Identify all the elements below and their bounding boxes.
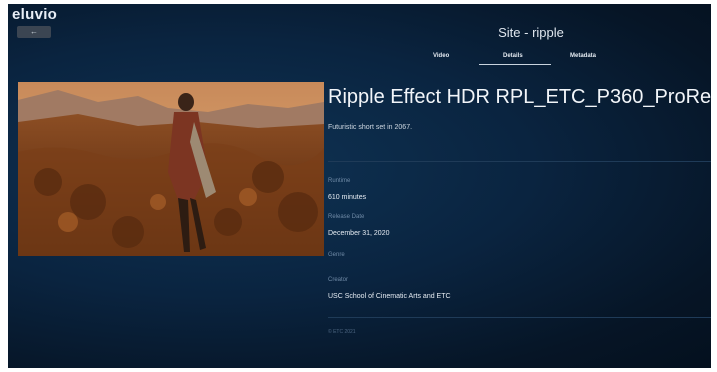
detail-value: December 31, 2020: [328, 230, 390, 237]
detail-value: 610 minutes: [328, 194, 367, 201]
page-title: Site - ripple: [498, 25, 564, 40]
poster-image: [18, 82, 324, 256]
detail-label: Creator: [328, 277, 349, 283]
tab-details[interactable]: Details: [503, 53, 523, 59]
detail-value: USC School of Cinematic Arts and ETC: [328, 293, 451, 300]
tab-video[interactable]: Video: [433, 53, 449, 59]
divider: [328, 161, 711, 162]
divider: [328, 317, 711, 318]
eluvio-logo[interactable]: eluvio: [12, 6, 57, 23]
detail-label: Release Date: [328, 214, 365, 220]
active-tab-indicator: [479, 64, 551, 65]
tab-metadata[interactable]: Metadata: [570, 53, 596, 59]
detail-label: Runtime: [328, 178, 351, 184]
item-description: Futuristic short set in 2067.: [328, 124, 413, 131]
poster-illustration: [18, 82, 324, 256]
back-button[interactable]: ←: [17, 26, 51, 38]
detail-label: Genre: [328, 252, 345, 258]
app-window: eluvio ← Site - ripple Video Details Met…: [8, 4, 711, 368]
copyright-notice: © ETC 2021: [328, 329, 356, 335]
item-title: Ripple Effect HDR RPL_ETC_P360_ProRes: [328, 86, 711, 108]
